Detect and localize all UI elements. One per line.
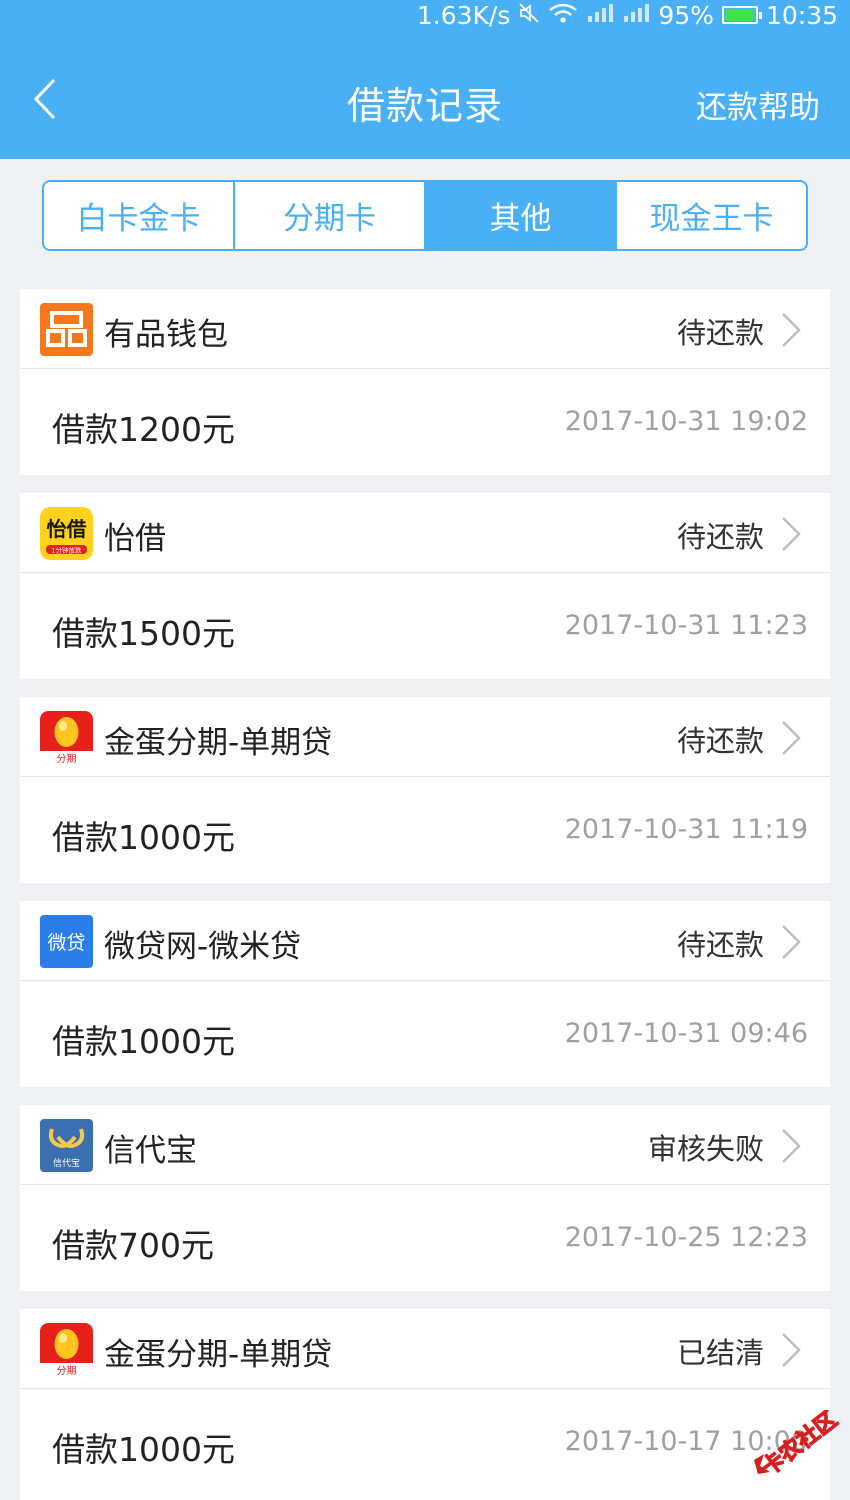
wifi-icon [548, 1, 578, 30]
record-status: 已结清 [676, 1336, 764, 1370]
battery-level [724, 9, 754, 21]
status-bar: 1.63K/s 95% 10:35 [0, 0, 850, 30]
record-header: 微贷 微贷网-微米贷 待还款 [20, 901, 830, 981]
lender-name: 金蛋分期-单期贷 [104, 725, 333, 761]
weidai-logo: 微贷 [40, 915, 93, 968]
loan-amount: 借款1500元 [52, 614, 235, 653]
lender-name: 金蛋分期-单期贷 [104, 1337, 333, 1373]
tab-cash-king-card[interactable]: 现金王卡 [617, 182, 806, 249]
record-status: 审核失败 [647, 1132, 764, 1166]
category-tabs: 白卡金卡 分期卡 其他 现金王卡 [42, 180, 808, 251]
signal-icon-2 [622, 1, 650, 30]
network-speed: 1.63K/s [416, 0, 511, 30]
yijie-logo-text: 怡借 [47, 517, 87, 541]
loan-record-card[interactable]: 分期 金蛋分期-单期贷 待还款 借款1000元 2017-10-31 11:19 [20, 697, 830, 883]
loan-record-card[interactable]: 信代宝 信代宝 审核失败 借款700元 2017-10-25 12:23 [20, 1105, 830, 1291]
signal-icon-1 [586, 1, 614, 30]
watermark-text: 卡农社区 [757, 1410, 842, 1480]
golden-egg-logo: 分期 [40, 711, 93, 764]
kanong-watermark-logo: 卡农社区 [754, 1410, 843, 1480]
record-status: 待还款 [676, 928, 764, 962]
battery-icon [721, 6, 762, 24]
record-status: 待还款 [676, 520, 764, 554]
youpin-wallet-logo [40, 303, 93, 356]
chevron-right-icon [782, 1129, 801, 1163]
loan-time: 2017-10-31 09:46 [564, 1018, 808, 1049]
record-status: 待还款 [676, 724, 764, 758]
record-header: 有品钱包 待还款 [20, 289, 830, 369]
tab-installment-card[interactable]: 分期卡 [235, 182, 426, 249]
record-header: 信代宝 信代宝 审核失败 [20, 1105, 830, 1185]
chevron-right-icon [782, 313, 801, 347]
loan-amount: 借款700元 [52, 1226, 214, 1265]
chevron-right-icon [782, 1333, 801, 1367]
xindaibao-logo: 信代宝 [40, 1119, 93, 1172]
loan-amount: 借款1000元 [52, 1430, 235, 1469]
tab-baika-jinka[interactable]: 白卡金卡 [44, 182, 235, 249]
golden-egg-logo-text: 分期 [57, 753, 77, 764]
weidai-logo-text: 微贷 [47, 932, 85, 954]
record-status: 待还款 [676, 316, 764, 350]
loan-time: 2017-10-31 19:02 [564, 406, 808, 437]
loan-record-card[interactable]: 怡借 1分钟放款 怡借 待还款 借款1500元 2017-10-31 11:23 [20, 493, 830, 679]
lender-name: 微贷网-微米贷 [104, 929, 302, 965]
lender-name: 有品钱包 [104, 317, 228, 353]
loan-amount: 借款1000元 [52, 818, 235, 857]
lender-name: 信代宝 [104, 1133, 197, 1169]
xindaibao-logo-text: 信代宝 [53, 1157, 80, 1169]
repay-help-link[interactable]: 还款帮助 [696, 82, 820, 127]
loan-record-card[interactable]: 有品钱包 待还款 借款1200元 2017-10-31 19:02 [20, 289, 830, 475]
loan-record-card[interactable]: 分期 金蛋分期-单期贷 已结清 借款1000元 2017-10-17 10:00 [20, 1309, 830, 1500]
yijie-logo-subtext: 1分钟放款 [51, 546, 82, 555]
record-header: 分期 金蛋分期-单期贷 待还款 [20, 697, 830, 777]
yijie-logo: 怡借 1分钟放款 [40, 507, 93, 560]
golden-egg-logo: 分期 [40, 1323, 93, 1376]
chevron-right-icon [782, 517, 801, 551]
clock: 10:35 [765, 0, 838, 30]
loan-amount: 借款1000元 [52, 1022, 235, 1061]
loan-record-card[interactable]: 微贷 微贷网-微米贷 待还款 借款1000元 2017-10-31 09:46 [20, 901, 830, 1087]
lender-name: 怡借 [104, 521, 166, 557]
loan-time: 2017-10-31 11:23 [564, 610, 808, 641]
record-header: 怡借 1分钟放款 怡借 待还款 [20, 493, 830, 573]
battery-percent: 95% [658, 0, 714, 30]
mute-icon [518, 1, 540, 30]
chevron-right-icon [782, 721, 801, 755]
chevron-right-icon [782, 925, 801, 959]
golden-egg-logo-text: 分期 [57, 1365, 77, 1376]
record-header: 分期 金蛋分期-单期贷 已结清 [20, 1309, 830, 1389]
tab-other[interactable]: 其他 [426, 182, 617, 249]
header-bar: 借款记录 还款帮助 [0, 30, 850, 159]
loan-amount: 借款1200元 [52, 410, 235, 449]
loan-time: 2017-10-25 12:23 [564, 1222, 808, 1253]
loan-time: 2017-10-31 11:19 [564, 814, 808, 845]
